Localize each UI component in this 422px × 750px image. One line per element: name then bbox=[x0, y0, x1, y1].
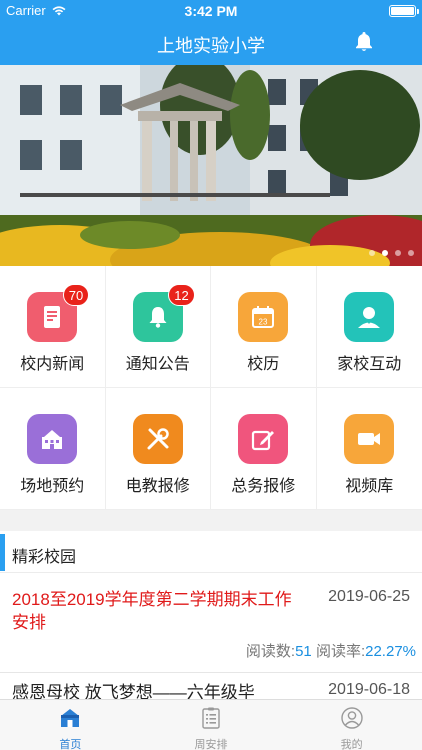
carousel-dot-active[interactable] bbox=[382, 250, 388, 256]
notification-bell-icon[interactable] bbox=[352, 30, 376, 54]
menu-item-av-repair[interactable]: 电教报修 bbox=[105, 388, 211, 510]
battery-icon bbox=[389, 5, 419, 17]
tab-bar: 首页 周安排 我的 bbox=[0, 699, 422, 750]
tools-icon bbox=[132, 414, 183, 464]
news-icon: 70 bbox=[27, 284, 90, 342]
menu-label: 电教报修 bbox=[125, 478, 190, 495]
profile-icon bbox=[340, 707, 363, 729]
menu-item-notices[interactable]: 12 通知公告 bbox=[105, 266, 211, 388]
menu-item-home-school[interactable]: 家校互动 bbox=[316, 266, 422, 388]
video-icon bbox=[344, 414, 395, 464]
reads-label: 阅读数: bbox=[245, 643, 296, 660]
rate-label: 阅读率: bbox=[315, 643, 366, 660]
news-item[interactable]: 2018至2019学年度第二学期期末工作安排 2019-06-25 阅读数:51… bbox=[0, 573, 422, 673]
tab-label: 我的 bbox=[340, 739, 363, 750]
menu-label: 校内新闻 bbox=[20, 356, 85, 373]
list-icon bbox=[202, 707, 220, 729]
menu-item-venue-booking[interactable]: 场地预约 bbox=[0, 388, 106, 510]
menu-label: 家校互动 bbox=[337, 356, 402, 373]
section-title: 精彩校园 bbox=[12, 549, 77, 566]
news-stats: 阅读数:51 阅读率:22.27% bbox=[246, 640, 416, 661]
person-icon bbox=[344, 292, 395, 342]
menu-label: 校历 bbox=[247, 356, 280, 373]
carousel-dot[interactable] bbox=[408, 250, 414, 256]
status-time: 3:42 PM bbox=[184, 3, 238, 19]
news-date: 2019-06-18 bbox=[328, 681, 410, 698]
tab-profile[interactable]: 我的 bbox=[281, 700, 422, 750]
tab-label: 首页 bbox=[59, 739, 82, 750]
menu-label: 总务报修 bbox=[231, 478, 296, 495]
reads-count: 51 bbox=[295, 643, 312, 660]
carousel-dots bbox=[369, 250, 414, 256]
menu-item-general-repair[interactable]: 总务报修 bbox=[211, 388, 317, 510]
tab-label: 周安排 bbox=[194, 739, 228, 750]
carousel-dot[interactable] bbox=[395, 250, 401, 256]
read-rate: 22.27% bbox=[365, 643, 416, 660]
menu-item-calendar[interactable]: 23 校历 bbox=[211, 266, 317, 388]
tab-home[interactable]: 首页 bbox=[0, 700, 141, 750]
menu-item-video-library[interactable]: 视频库 bbox=[316, 388, 422, 510]
banner-image bbox=[0, 65, 422, 266]
menu-label: 通知公告 bbox=[125, 356, 190, 373]
tab-weekly-schedule[interactable]: 周安排 bbox=[141, 700, 282, 750]
unread-badge: 12 bbox=[168, 284, 195, 306]
status-bar: Carrier 3:42 PM bbox=[0, 0, 422, 22]
unread-badge: 70 bbox=[62, 284, 90, 306]
menu-item-campus-news[interactable]: 70 校内新闻 bbox=[0, 266, 106, 388]
section-accent-bar bbox=[0, 534, 5, 571]
calendar-icon: 23 bbox=[238, 292, 289, 342]
header: Carrier 3:42 PM 上地实验小学 bbox=[0, 0, 422, 65]
building-icon bbox=[27, 414, 78, 464]
edit-icon bbox=[238, 414, 289, 464]
app-root: Carrier 3:42 PM 上地实验小学 70 校内新闻 12 通知公告 2… bbox=[0, 0, 422, 750]
home-icon bbox=[61, 709, 80, 727]
carousel-dot[interactable] bbox=[369, 250, 375, 256]
news-title: 2018至2019学年度第二学期期末工作安排 bbox=[12, 590, 292, 632]
section-header: 精彩校园 bbox=[0, 531, 422, 573]
highlights-section: 精彩校园 2018至2019学年度第二学期期末工作安排 2019-06-25 阅… bbox=[0, 531, 422, 702]
news-date: 2019-06-25 bbox=[328, 588, 410, 605]
menu-label: 视频库 bbox=[345, 478, 394, 495]
bell-icon: 12 bbox=[132, 284, 195, 342]
function-grid: 70 校内新闻 12 通知公告 23 校历 家校互动 场地预约 电教报修 总务报… bbox=[0, 266, 422, 510]
banner-carousel[interactable] bbox=[0, 65, 422, 266]
menu-label: 场地预约 bbox=[20, 478, 85, 495]
svg-text:23: 23 bbox=[259, 318, 268, 327]
